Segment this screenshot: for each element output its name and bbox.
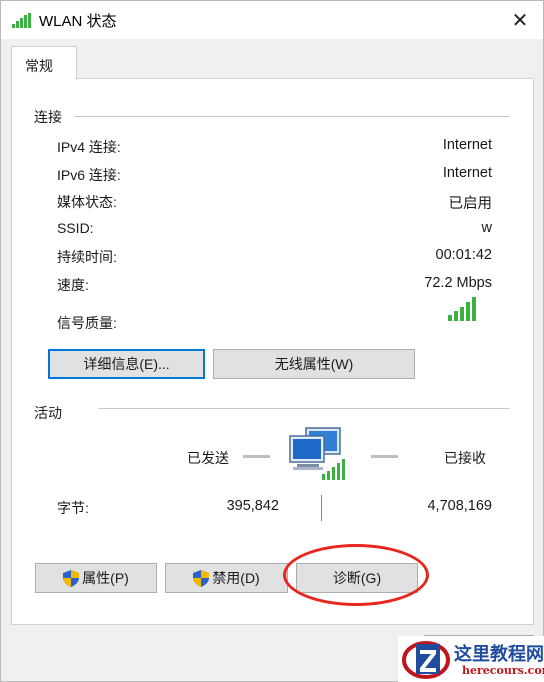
watermark-z-icon bbox=[402, 641, 450, 679]
details-button-label: 详细信息(E)... bbox=[83, 356, 170, 372]
watermark-url: herecours.com bbox=[462, 664, 544, 677]
ssid-label: SSID: bbox=[57, 220, 94, 236]
title-bar: WLAN 状态 ✕ bbox=[1, 1, 543, 39]
signal-bars-icon bbox=[448, 297, 476, 321]
uac-shield-icon bbox=[193, 569, 210, 587]
disable-button[interactable]: 禁用(D) bbox=[165, 563, 288, 593]
received-line bbox=[371, 455, 398, 458]
close-icon: ✕ bbox=[511, 9, 529, 32]
ssid-value: w bbox=[481, 220, 492, 236]
uac-shield-icon bbox=[63, 569, 80, 587]
watermark-text: 这里教程网 bbox=[454, 644, 544, 665]
media-state-value: 已启用 bbox=[448, 196, 493, 212]
speed-label: 速度: bbox=[57, 277, 89, 293]
bytes-sent-value: 395,842 bbox=[226, 498, 279, 514]
ipv4-label: IPv4 连接: bbox=[57, 139, 121, 155]
activity-section-title: 活动 bbox=[34, 405, 62, 421]
wireless-properties-button[interactable]: 无线属性(W) bbox=[213, 349, 415, 379]
duration-label: 持续时间: bbox=[57, 249, 117, 265]
activity-divider bbox=[98, 408, 510, 409]
sent-line bbox=[243, 455, 270, 458]
network-computers-icon bbox=[289, 427, 345, 480]
received-label: 已接收 bbox=[444, 450, 486, 466]
wireless-properties-button-label: 无线属性(W) bbox=[274, 356, 354, 372]
connection-divider bbox=[74, 116, 510, 117]
tab-general[interactable]: 常规 bbox=[11, 46, 77, 80]
bytes-label: 字节: bbox=[57, 500, 89, 516]
duration-value: 00:01:42 bbox=[435, 247, 492, 263]
close-button[interactable]: ✕ bbox=[497, 1, 543, 39]
signal-quality-label: 信号质量: bbox=[57, 315, 117, 331]
ipv6-value: Internet bbox=[442, 165, 492, 181]
ipv6-label: IPv6 连接: bbox=[57, 167, 121, 183]
disable-button-label: 禁用(D) bbox=[212, 570, 260, 586]
bytes-divider bbox=[321, 495, 322, 521]
properties-button-label: 属性(P) bbox=[82, 570, 129, 586]
tab-general-label: 常规 bbox=[25, 58, 53, 74]
sent-label: 已发送 bbox=[187, 450, 229, 466]
wifi-signal-icon bbox=[12, 13, 31, 28]
watermark-logo: 这里教程网 herecours.com bbox=[398, 636, 544, 682]
properties-button[interactable]: 属性(P) bbox=[35, 563, 157, 593]
wlan-status-dialog: WLAN 状态 ✕ 常规 连接 IPv4 连接: Internet IPv6 连… bbox=[0, 0, 544, 682]
speed-value: 72.2 Mbps bbox=[424, 275, 492, 291]
diagnose-button-label: 诊断(G) bbox=[332, 570, 382, 586]
ipv4-value: Internet bbox=[442, 137, 492, 153]
bytes-received-value: 4,708,169 bbox=[427, 498, 492, 514]
media-state-label: 媒体状态: bbox=[57, 194, 117, 210]
connection-section-title: 连接 bbox=[34, 109, 62, 125]
diagnose-button[interactable]: 诊断(G) bbox=[296, 563, 418, 593]
tab-panel-general: 连接 IPv4 连接: Internet IPv6 连接: Internet 媒… bbox=[11, 78, 534, 625]
details-button[interactable]: 详细信息(E)... bbox=[48, 349, 205, 379]
window-title: WLAN 状态 bbox=[39, 13, 117, 30]
